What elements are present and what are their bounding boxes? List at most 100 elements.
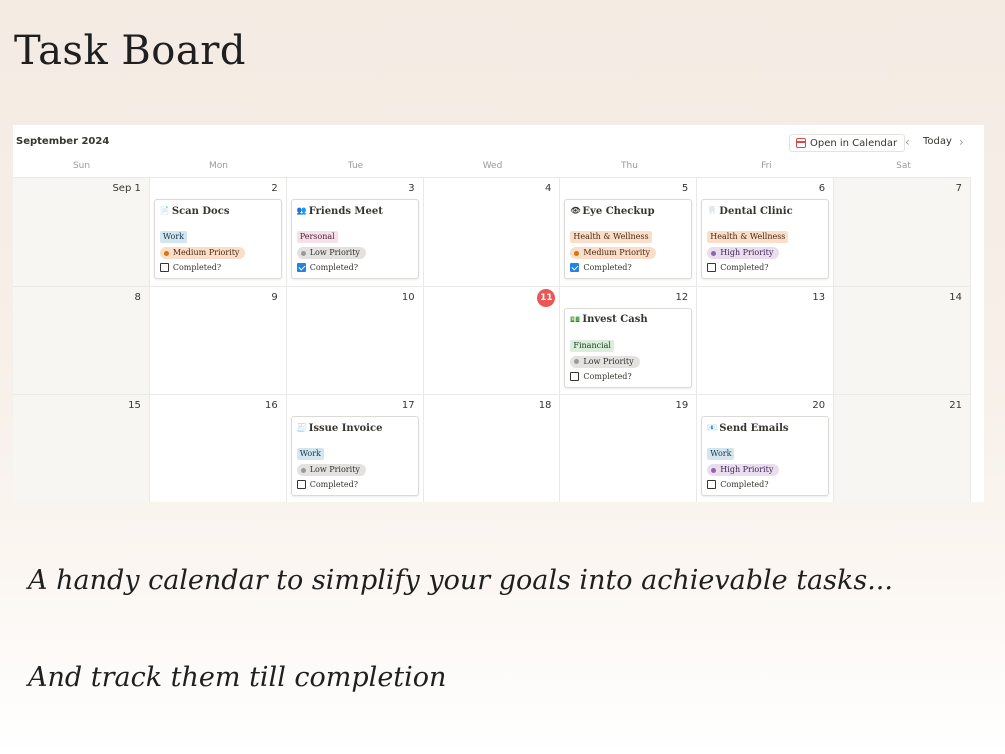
task-icon: 👁 (570, 206, 581, 215)
completed-checkbox[interactable] (159, 263, 169, 272)
day-cell[interactable]: Sep 1 (13, 178, 150, 287)
task-card[interactable]: 👥 Friends Meet Personal Low Priority Complet… (290, 199, 419, 279)
category-tag: Work (159, 231, 188, 243)
today-day-number: 11 (537, 288, 556, 307)
chevron-right-icon[interactable]: › (959, 135, 964, 149)
completed-checkbox[interactable] (296, 480, 306, 489)
completed-label: Completed? (309, 480, 358, 489)
task-title: Scan Docs (171, 205, 230, 217)
category-tag: Work (707, 448, 735, 460)
category-tag: Health & Wellness (570, 231, 652, 243)
completed-row: Completed? (159, 263, 276, 272)
priority-badge: Low Priority (296, 247, 366, 259)
tagline-primary: A handy calendar to simplify your goals … (28, 565, 893, 596)
today-button[interactable]: Today (923, 136, 952, 147)
day-cell[interactable]: 11 (423, 286, 561, 395)
day-cell[interactable]: 14 (834, 286, 971, 395)
day-cell[interactable]: 21 (834, 395, 971, 502)
completed-label: Completed? (309, 263, 358, 272)
task-title-row: 🧾 Issue Invoice (297, 421, 413, 435)
weekday-label: Thu (621, 161, 638, 171)
priority-dot-icon (300, 467, 306, 473)
priority-label: Low Priority (309, 465, 360, 474)
task-title: Send Emails (719, 422, 789, 434)
priority-label: Medium Priority (172, 248, 240, 257)
task-title-row: 👁 Eye Checkup (570, 204, 686, 218)
day-cell[interactable]: 10 (286, 286, 424, 395)
calendar-header: September 2024 Open in Calendar ‹ Today … (13, 125, 984, 159)
open-in-calendar-button[interactable]: Open in Calendar (789, 134, 906, 152)
month-label: September 2024 (16, 136, 110, 147)
task-title-row: 👥 Friends Meet (297, 204, 413, 218)
priority-dot-icon (574, 359, 580, 364)
calendar-grid: Sep 1 2 📄 Scan Docs Work Medium Priority Compl… (13, 177, 971, 502)
priority-dot-icon (711, 467, 717, 473)
day-cell[interactable]: 18 (423, 395, 561, 502)
day-number: 4 (545, 183, 552, 194)
priority-label: High Priority (720, 248, 774, 257)
day-number: 15 (128, 400, 141, 411)
day-number: 2 (271, 183, 278, 194)
task-card[interactable]: 📧 Send Emails Work High Priority Completed? (701, 416, 830, 496)
day-cell[interactable]: 9 (149, 286, 287, 395)
weekday-label: Sun (72, 161, 91, 171)
completed-checkbox[interactable] (707, 480, 717, 489)
completed-row: Completed? (296, 480, 413, 489)
priority-label: Low Priority (309, 248, 360, 257)
day-cell[interactable]: 16 (149, 395, 287, 502)
weekday-label: Mon (209, 161, 228, 171)
day-number: 13 (812, 291, 826, 303)
priority-badge: Low Priority (296, 464, 366, 476)
tagline-secondary: And track them till completion (28, 662, 447, 693)
completed-row: Completed? (570, 371, 686, 381)
completed-label: Completed? (720, 263, 769, 272)
task-card[interactable]: 🦷 Dental Clinic Health & Wellness High Prio… (701, 199, 830, 279)
day-number: 9 (271, 291, 278, 303)
weekday-label: Wed (482, 161, 503, 171)
day-cell[interactable]: 20 📧 Send Emails Work High Priority Completed… (697, 395, 835, 502)
priority-dot-icon (574, 250, 580, 256)
completed-row: Completed? (296, 263, 413, 272)
day-cell[interactable]: 3 👥 Friends Meet Personal Low Priority Comple… (286, 178, 424, 287)
day-cell[interactable]: 7 (834, 178, 971, 287)
priority-label: High Priority (720, 465, 774, 474)
day-cell[interactable]: 5 👁 Eye Checkup Health & Wellness Medium Pri… (560, 178, 698, 287)
completed-checkbox[interactable] (707, 263, 717, 272)
task-icon: 💵 (570, 314, 581, 324)
day-cell[interactable]: 2 📄 Scan Docs Work Medium Priority Completed? (149, 178, 287, 287)
day-cell[interactable]: 15 (13, 395, 150, 502)
category-tag: Financial (570, 339, 614, 352)
task-card[interactable]: 🧾 Issue Invoice Work Low Priority Completed? (290, 416, 419, 496)
day-number: 14 (949, 291, 962, 303)
priority-badge: Medium Priority (570, 247, 657, 259)
completed-row: Completed? (707, 480, 823, 489)
task-card[interactable]: 💵 Invest Cash Financial Low Priority Complet… (564, 307, 693, 388)
day-cell[interactable]: 12 💵 Invest Cash Financial Low Priority Compl… (560, 286, 698, 395)
priority-dot-icon (163, 250, 169, 256)
priority-badge: High Priority (707, 247, 780, 259)
chevron-left-icon[interactable]: ‹ (905, 135, 910, 149)
task-title-row: 💵 Invest Cash (570, 313, 686, 327)
day-number: 10 (401, 291, 415, 303)
day-number: 5 (681, 183, 689, 194)
day-cell[interactable]: 6 🦷 Dental Clinic Health & Wellness High Pri… (697, 178, 835, 287)
day-cell[interactable]: 8 (13, 286, 150, 395)
day-cell[interactable]: 19 (560, 395, 698, 502)
day-cell[interactable]: 17 🧾 Issue Invoice Work Low Priority Complete… (286, 395, 424, 502)
task-title: Friends Meet (308, 205, 383, 217)
task-title-row: 📄 Scan Docs (160, 204, 276, 218)
priority-badge: High Priority (707, 464, 780, 476)
day-cell[interactable]: 13 (697, 286, 835, 395)
task-icon: 👥 (296, 206, 307, 215)
task-title: Invest Cash (582, 314, 648, 325)
day-cell[interactable]: 4 (423, 178, 561, 287)
task-title: Eye Checkup (582, 205, 655, 217)
calendar-icon (796, 138, 806, 148)
task-card[interactable]: 👁 Eye Checkup Health & Wellness Medium Prio… (564, 199, 693, 279)
completed-checkbox[interactable] (296, 263, 306, 272)
completed-checkbox[interactable] (570, 263, 580, 272)
task-card[interactable]: 📄 Scan Docs Work Medium Priority Completed? (153, 199, 282, 279)
priority-badge: Medium Priority (159, 247, 246, 259)
completed-checkbox[interactable] (570, 371, 580, 381)
completed-label: Completed? (583, 371, 632, 381)
